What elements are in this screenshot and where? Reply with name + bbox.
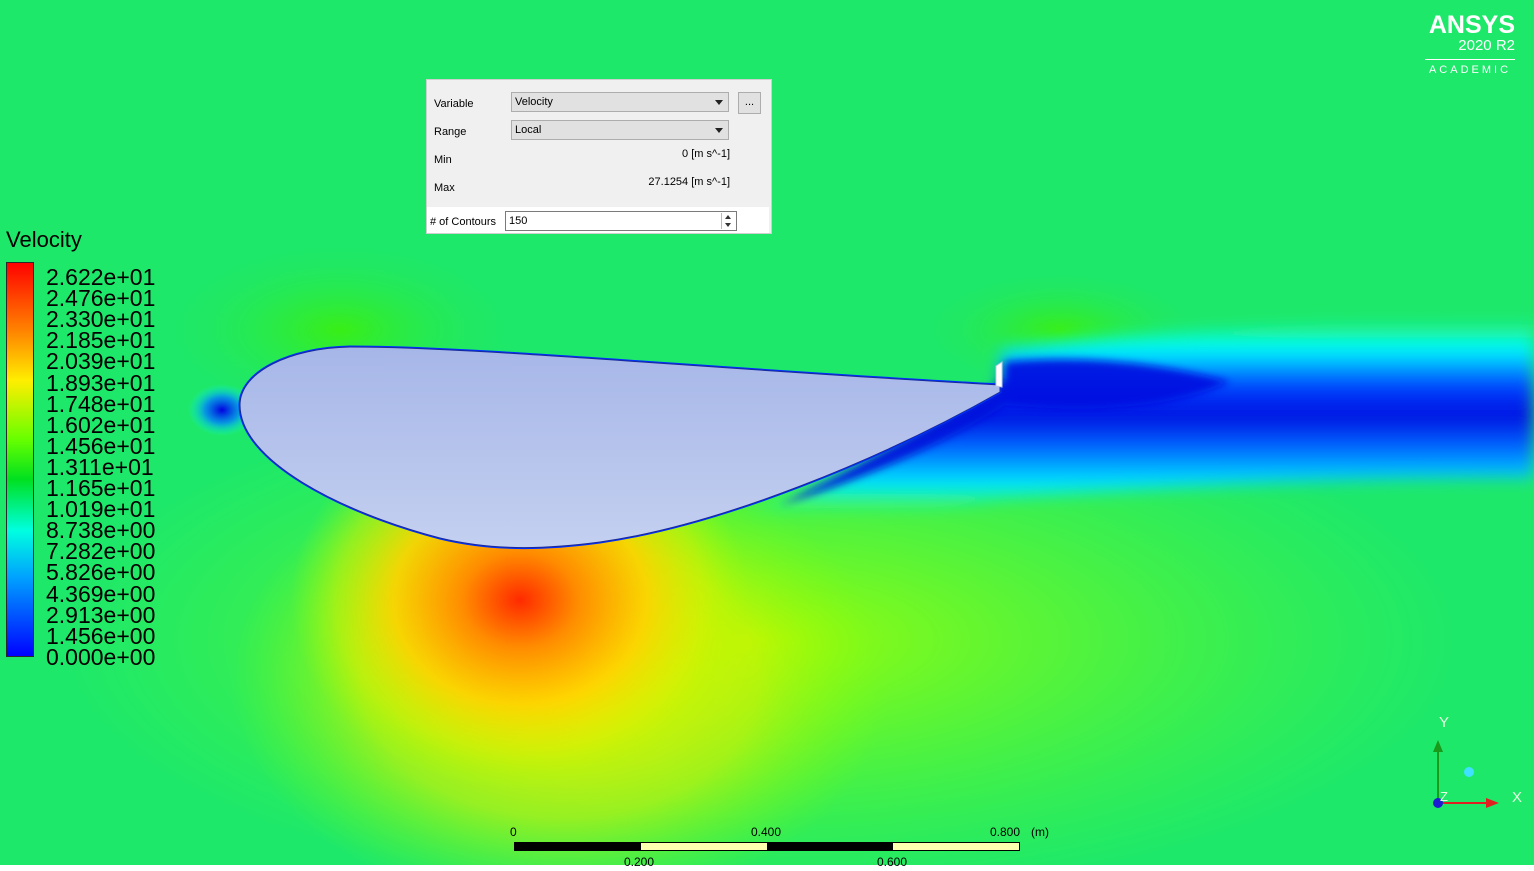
viewport-bottom-border xyxy=(0,865,1534,871)
scale-tick-label: 0 xyxy=(510,825,517,839)
contours-label: # of Contours xyxy=(430,216,497,228)
variable-label: Variable xyxy=(434,98,474,110)
logo-divider xyxy=(1425,59,1515,60)
variable-value: Velocity xyxy=(515,96,553,108)
logo-version: 2020 R2 xyxy=(1458,37,1515,54)
legend-bar-frame xyxy=(6,262,34,657)
y-axis-label: Y xyxy=(1439,714,1449,731)
chevron-up-icon[interactable] xyxy=(725,215,731,219)
logo-edition: ACADEMIC xyxy=(1428,64,1512,76)
contours-stepper[interactable]: 150 xyxy=(505,211,737,231)
scale-tick-label: 0.400 xyxy=(751,825,782,839)
contour-settings-panel: Variable Velocity ... Range Local Min 0 … xyxy=(426,79,772,234)
contours-value: 150 xyxy=(509,215,528,227)
max-label: Max xyxy=(434,182,455,194)
z-axis-label: Z xyxy=(1440,789,1448,804)
range-dropdown[interactable]: Local xyxy=(511,120,729,140)
rotation-sphere-icon[interactable] xyxy=(1464,767,1474,777)
max-value: 27.1254 [m s^-1] xyxy=(648,176,730,188)
x-axis-label: X xyxy=(1512,789,1522,806)
scale-bar xyxy=(514,842,1020,851)
spinner-icon[interactable] xyxy=(721,213,735,229)
scale-tick-label: 0.200 xyxy=(624,855,655,869)
variable-dropdown[interactable]: Velocity xyxy=(511,92,729,112)
variable-browse-button[interactable]: ... xyxy=(738,92,761,114)
range-value: Local xyxy=(515,124,542,136)
scale-unit: (m) xyxy=(1031,825,1049,839)
scale-tick-label: 0.800 xyxy=(990,825,1021,839)
min-value: 0 [m s^-1] xyxy=(682,148,730,160)
logo-name: ANSYS xyxy=(1428,11,1515,39)
chevron-down-icon xyxy=(715,100,723,105)
scale-tick-label: 0.600 xyxy=(877,855,908,869)
contours-row: # of Contours 150 xyxy=(427,207,769,233)
trailing-edge-step xyxy=(995,361,1003,388)
min-label: Min xyxy=(434,154,452,166)
ansys-logo: ANSYS 2020 R2 ACADEMIC xyxy=(1425,12,1515,76)
chevron-down-icon xyxy=(715,128,723,133)
range-label: Range xyxy=(434,126,467,138)
legend-label: 0.000e+00 xyxy=(46,643,156,670)
chevron-down-icon[interactable] xyxy=(725,223,731,227)
legend-title: Velocity xyxy=(6,227,82,252)
